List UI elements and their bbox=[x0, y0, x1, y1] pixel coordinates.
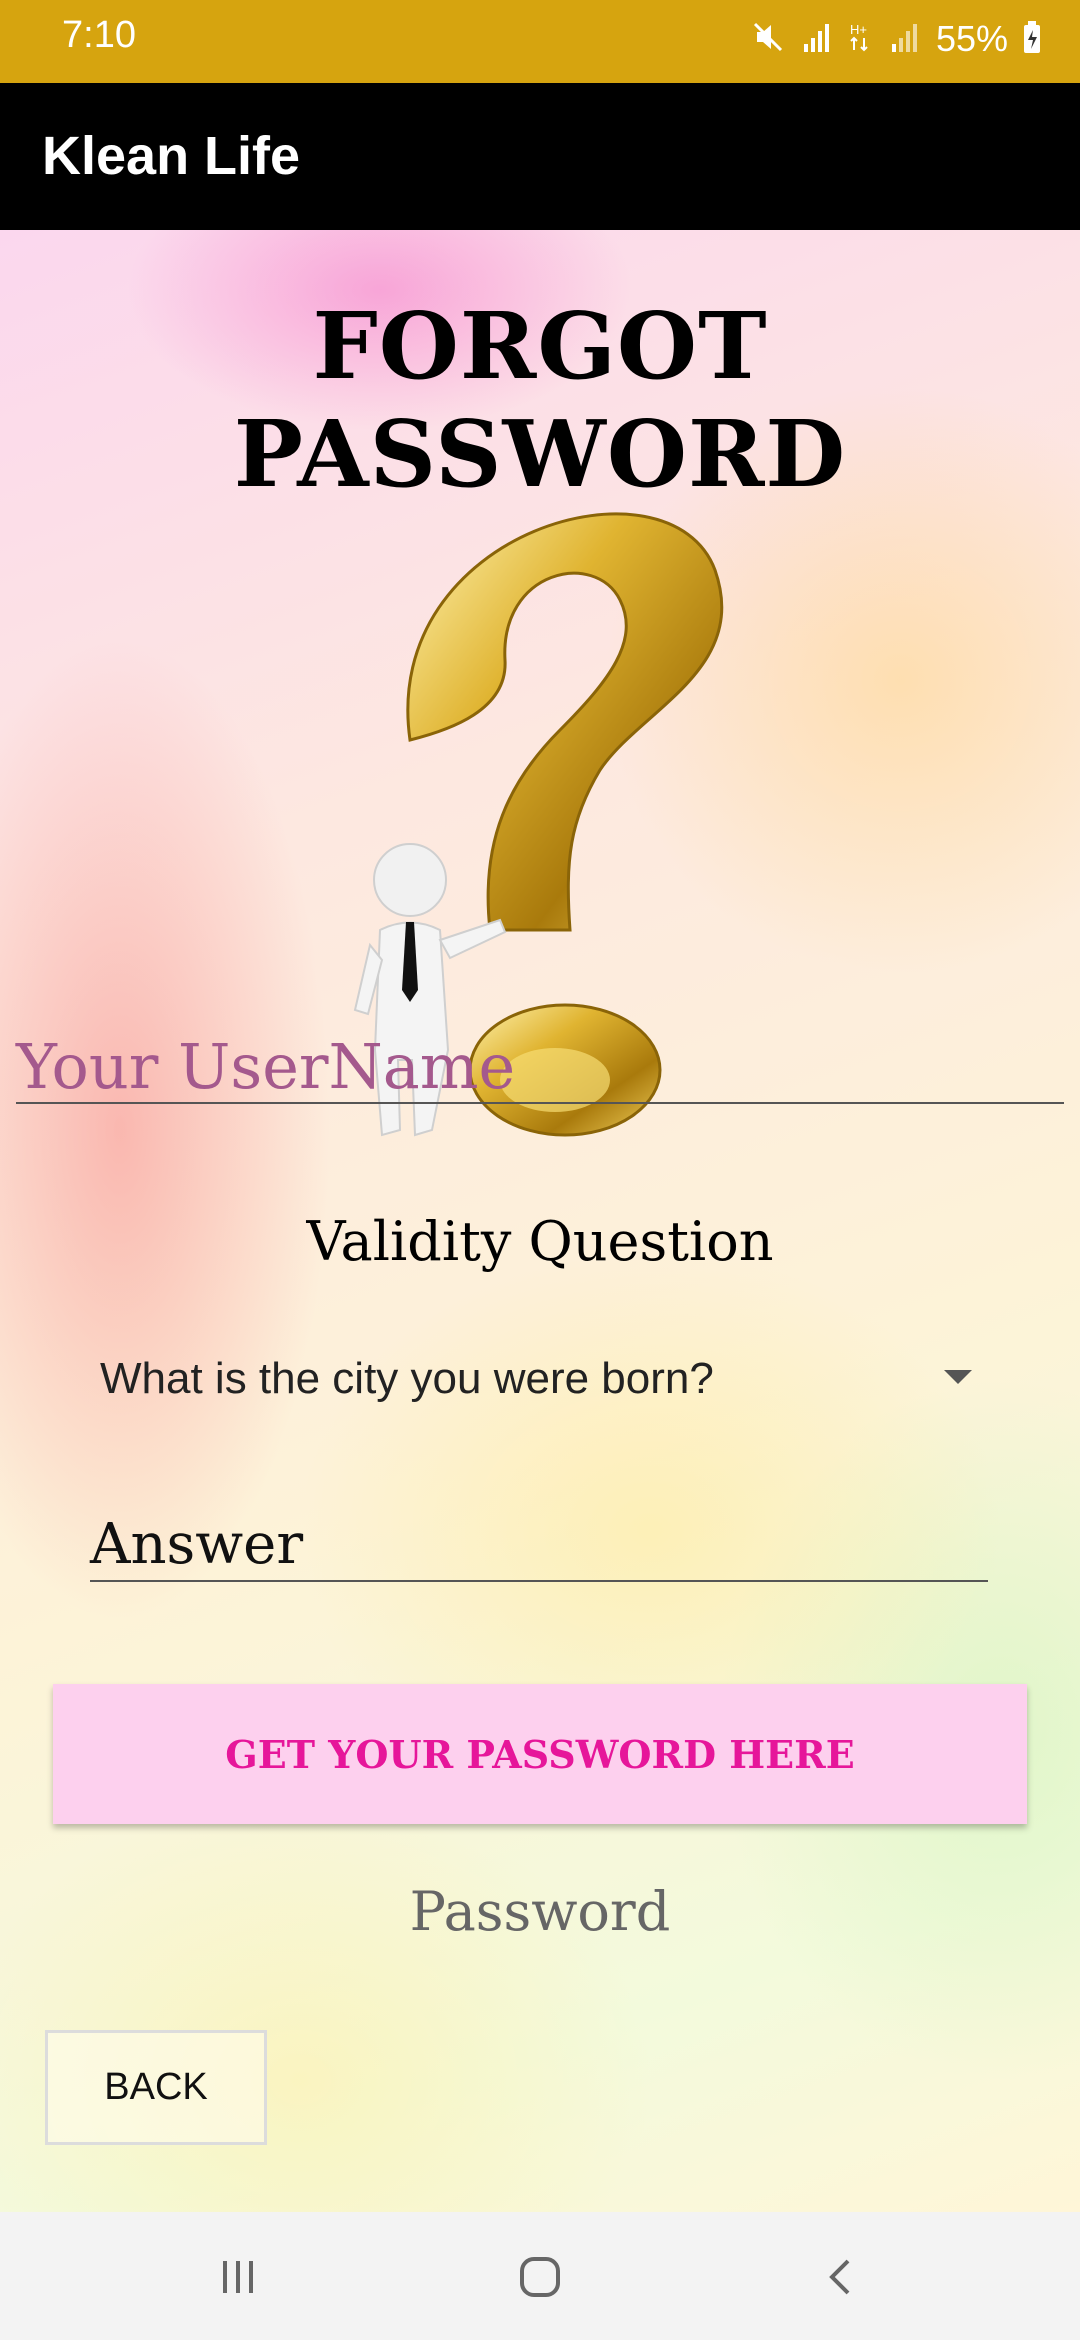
hplus-data-icon: H+ bbox=[848, 20, 874, 58]
back-icon[interactable] bbox=[807, 2242, 877, 2312]
signal-icon bbox=[800, 20, 834, 58]
app-title: Klean Life bbox=[42, 126, 301, 186]
app-bar: Klean Life bbox=[0, 83, 1080, 230]
username-input[interactable]: Your UserName bbox=[16, 1030, 1064, 1104]
system-nav-bar bbox=[0, 2212, 1080, 2340]
password-output: Password bbox=[409, 1880, 671, 1943]
back-button-label: BACK bbox=[104, 2066, 208, 2108]
dropdown-arrow-icon bbox=[944, 1370, 972, 1384]
signal-icon bbox=[888, 20, 922, 58]
status-icons: H+ 55% bbox=[752, 14, 1042, 64]
status-time: 7:10 bbox=[62, 14, 136, 56]
battery-charging-icon bbox=[1022, 20, 1042, 58]
answer-placeholder: Answer bbox=[90, 1512, 304, 1577]
answer-input[interactable]: Answer bbox=[90, 1512, 988, 1582]
mute-icon bbox=[752, 20, 786, 58]
status-bar: 7:10 H+ 55% bbox=[0, 0, 1080, 83]
username-placeholder: Your UserName bbox=[16, 1030, 516, 1103]
battery-percent: 55% bbox=[935, 18, 1008, 59]
recents-icon[interactable] bbox=[203, 2242, 273, 2312]
forgot-password-screen: FORGOT PASSWORD Your UserName Validity Q… bbox=[0, 230, 1080, 2212]
svg-text:H+: H+ bbox=[850, 22, 867, 37]
validity-question-label: Validity Question bbox=[306, 1210, 774, 1273]
get-password-button[interactable]: GET YOUR PASSWORD HERE bbox=[53, 1684, 1027, 1824]
back-button[interactable]: BACK bbox=[45, 2030, 267, 2145]
selected-question: What is the city you were born? bbox=[100, 1354, 714, 1403]
get-password-button-label: GET YOUR PASSWORD HERE bbox=[225, 1731, 855, 1777]
validity-question-dropdown[interactable]: What is the city you were born? bbox=[100, 1346, 980, 1416]
home-icon[interactable] bbox=[505, 2242, 575, 2312]
